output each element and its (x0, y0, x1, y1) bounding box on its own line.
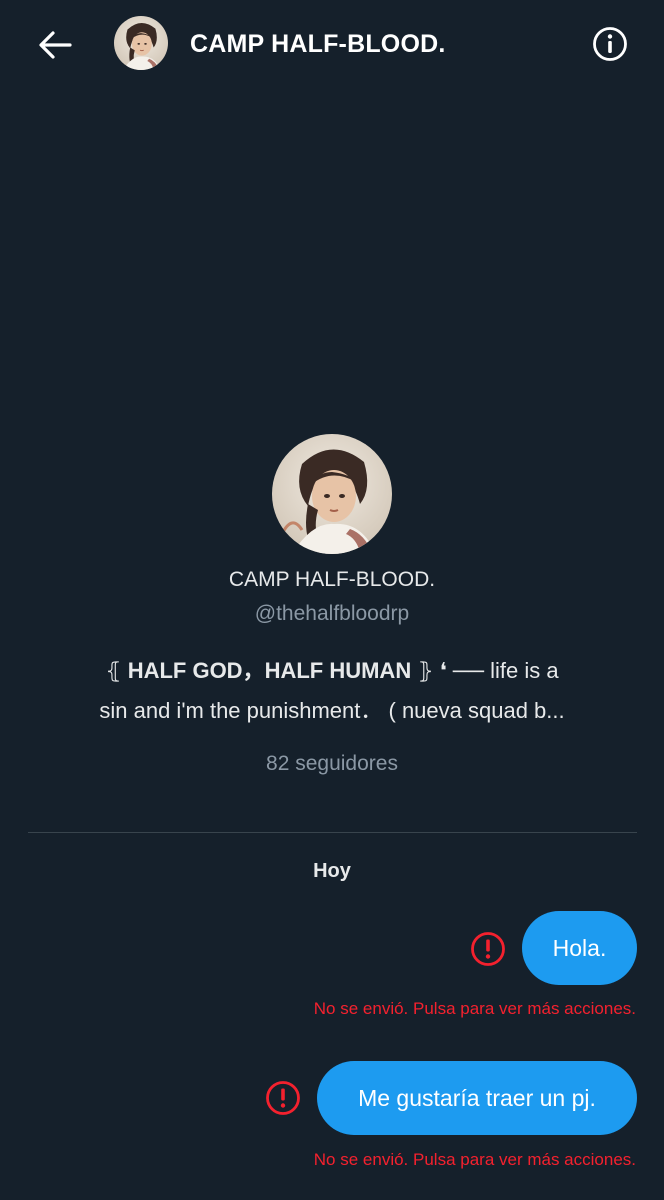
dm-conversation-screen: CAMP HALF-BLOOD. CAMP HALF-BLOOD. @theha… (0, 0, 664, 1200)
avatar-image (114, 16, 168, 70)
back-button[interactable] (34, 24, 76, 66)
header-title[interactable]: CAMP HALF-BLOOD. (190, 30, 446, 59)
bio-bracket-close: ⦄ (411, 658, 440, 683)
profile-bio: ⦃ HALF GOD，HALF HUMAN ⦄ ❛ ── life is a s… (40, 651, 624, 731)
message-bubble[interactable]: Hola. (522, 911, 637, 985)
header-avatar[interactable] (114, 16, 168, 70)
info-button[interactable] (589, 23, 631, 65)
avatar-image (272, 434, 392, 554)
bio-line2: sin and i'm the punishment． ( nueva squa… (99, 698, 565, 723)
profile-name[interactable]: CAMP HALF-BLOOD. (0, 568, 664, 592)
followers-count[interactable]: 82 seguidores (0, 752, 664, 776)
message-failed-status[interactable]: No se envió. Pulsa para ver más acciones… (314, 999, 636, 1019)
info-circle-icon (593, 27, 627, 61)
bio-bold-text: HALF GOD，HALF HUMAN (127, 658, 412, 683)
bio-line1-rest: ❛ ── life is a (439, 658, 559, 683)
profile-avatar[interactable] (272, 434, 392, 554)
message-error-icon[interactable] (263, 1078, 303, 1118)
profile-handle[interactable]: @thehalfbloodrp (0, 602, 664, 626)
message-failed-status[interactable]: No se envió. Pulsa para ver más acciones… (314, 1150, 636, 1170)
date-separator: Hoy (313, 860, 351, 882)
message-error-icon[interactable] (468, 929, 508, 969)
conversation-header: CAMP HALF-BLOOD. (0, 0, 664, 88)
arrow-left-icon (39, 31, 72, 59)
alert-circle-icon (266, 1081, 300, 1115)
message-bubble[interactable]: Me gustaría traer un pj. (317, 1061, 637, 1135)
alert-circle-icon (471, 932, 505, 966)
divider (28, 832, 637, 833)
bio-bracket-open: ⦃ (105, 658, 128, 683)
